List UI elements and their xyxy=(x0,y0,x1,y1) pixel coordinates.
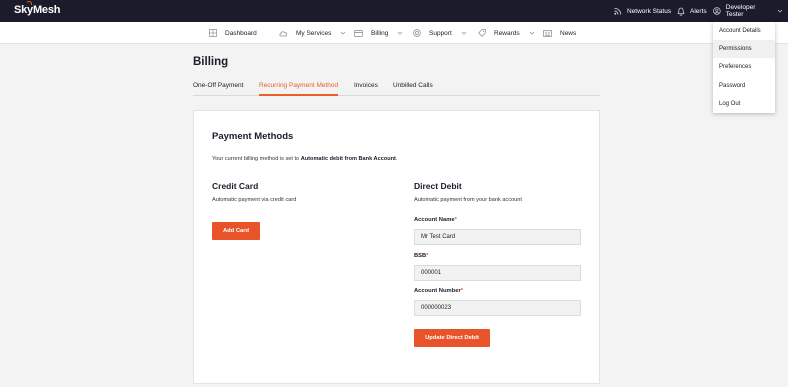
menu-item-permissions[interactable]: Permissions xyxy=(713,40,775,58)
menu-item-password[interactable]: Password xyxy=(713,77,775,95)
nav-dashboard-label: Dashboard xyxy=(225,29,257,37)
tag-icon xyxy=(478,29,486,37)
menu-item-log-out[interactable]: Log Out xyxy=(713,95,775,113)
billing-method-notice: Your current billing method is set to Au… xyxy=(212,156,397,162)
menu-item-preferences[interactable]: Preferences xyxy=(713,58,775,76)
skymesh-logo[interactable]: SkyMesh xyxy=(14,4,60,16)
credit-card-description: Automatic payment via credit card xyxy=(212,197,297,203)
account-number-label: Account Number* xyxy=(414,288,463,294)
account-name-field[interactable]: Mr Test Card xyxy=(414,229,581,245)
cloud-icon xyxy=(279,30,288,36)
nav-support[interactable]: Support xyxy=(413,27,467,39)
user-icon xyxy=(713,7,721,15)
tab-invoices[interactable]: Invoices xyxy=(354,82,378,96)
notice-suffix: . xyxy=(395,156,398,162)
user-dropdown-menu: Account Details Permissions Preferences … xyxy=(713,22,775,113)
account-name-label-text: Account Name xyxy=(414,217,455,223)
lifebuoy-icon xyxy=(413,29,421,37)
account-number-label-text: Account Number xyxy=(414,288,461,294)
user-menu-toggle[interactable]: Developer Tester xyxy=(713,4,788,18)
main-nav: Dashboard My Services Billing Support Re… xyxy=(0,22,788,44)
add-card-button[interactable]: Add Card xyxy=(212,222,260,240)
nav-billing-label: Billing xyxy=(371,29,389,37)
network-status-link[interactable]: Network Status xyxy=(614,5,671,17)
required-mark: * xyxy=(426,253,429,259)
account-name-label: Account Name* xyxy=(414,217,457,223)
menu-item-account-details[interactable]: Account Details xyxy=(713,22,775,40)
nav-my-services[interactable]: My Services xyxy=(279,27,346,39)
chevron-down-icon xyxy=(777,9,783,13)
direct-debit-title: Direct Debit xyxy=(414,181,462,191)
chevron-down-icon xyxy=(341,31,346,35)
credit-card-icon xyxy=(354,29,363,37)
bsb-label: BSB* xyxy=(414,253,429,259)
alerts-link[interactable]: Alerts xyxy=(677,5,707,17)
page-title: Billing xyxy=(193,56,229,68)
chevron-down-icon xyxy=(461,31,467,35)
alerts-label: Alerts xyxy=(690,7,707,15)
tab-unbilled-calls[interactable]: Unbilled Calls xyxy=(393,82,433,96)
tab-recurring-payment-method[interactable]: Recurring Payment Method xyxy=(259,82,339,96)
tab-one-off-payment[interactable]: One-Off Payment xyxy=(193,82,243,96)
billing-tabs: One-Off Payment Recurring Payment Method… xyxy=(193,79,600,96)
nav-news[interactable]: News xyxy=(543,27,576,39)
rss-icon xyxy=(614,7,622,15)
required-mark: * xyxy=(454,217,457,223)
user-name: Developer Tester xyxy=(725,4,756,18)
nav-my-services-label: My Services xyxy=(296,29,332,37)
dashboard-icon xyxy=(209,29,217,37)
newspaper-icon xyxy=(543,29,552,37)
top-bar: SkyMesh Network Status Alerts Developer … xyxy=(0,0,788,22)
nav-billing[interactable]: Billing xyxy=(354,27,403,39)
bsb-field[interactable]: 000001 xyxy=(414,265,581,281)
notice-prefix: Your current billing method is set to xyxy=(212,156,301,162)
nav-rewards[interactable]: Rewards xyxy=(478,27,535,39)
required-mark: * xyxy=(460,288,463,294)
bell-icon xyxy=(677,7,685,16)
update-direct-debit-button[interactable]: Update Direct Debit xyxy=(414,329,490,347)
payment-methods-card: Payment Methods Your current billing met… xyxy=(193,110,600,384)
nav-news-label: News xyxy=(560,29,577,37)
logo-signal-icon xyxy=(26,1,32,5)
chevron-down-icon xyxy=(398,31,403,35)
nav-rewards-label: Rewards xyxy=(494,29,520,37)
network-status-label: Network Status xyxy=(627,7,672,15)
bsb-label-text: BSB xyxy=(414,253,427,259)
account-number-field[interactable]: 000000023 xyxy=(414,300,581,316)
direct-debit-description: Automatic payment from your bank account xyxy=(414,197,522,203)
nav-dashboard[interactable]: Dashboard xyxy=(209,27,257,39)
payment-methods-title: Payment Methods xyxy=(212,131,294,142)
nav-support-label: Support xyxy=(429,29,452,37)
credit-card-title: Credit Card xyxy=(212,181,259,191)
chevron-down-icon xyxy=(529,31,534,35)
current-billing-method: Automatic debit from Bank Account xyxy=(300,156,396,162)
